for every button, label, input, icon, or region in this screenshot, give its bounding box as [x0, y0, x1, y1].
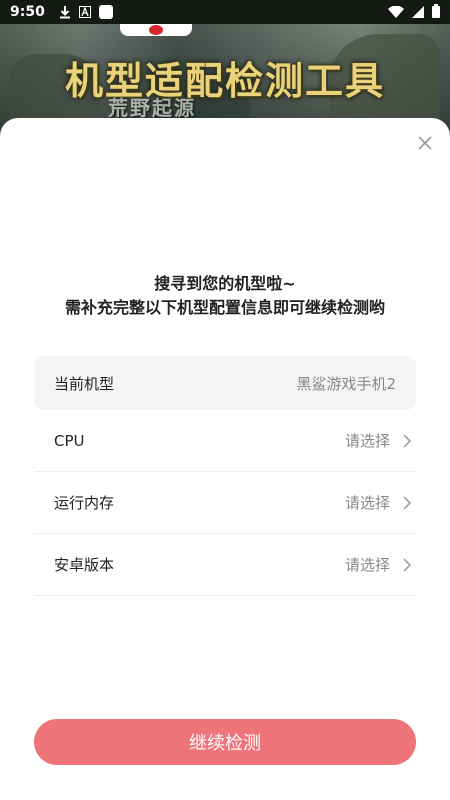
- font-a-icon: [78, 6, 91, 18]
- prompt-text: 搜寻到您的机型啦~ 需补充完整以下机型配置信息即可继续检测哟: [0, 272, 450, 320]
- ram-value: 请选择: [344, 494, 390, 512]
- prompt-line-1: 搜寻到您的机型啦~: [154, 274, 296, 293]
- close-icon[interactable]: [416, 134, 434, 152]
- battery-icon: [432, 3, 440, 22]
- continue-detection-button[interactable]: 继续检测: [34, 719, 416, 765]
- cpu-label: CPU: [54, 431, 85, 450]
- android-version-select-row[interactable]: 安卓版本 请选择: [34, 534, 416, 596]
- download-icon: [59, 5, 71, 19]
- current-model-value: 黑鲨游戏手机2: [296, 374, 396, 393]
- status-time: 9:50: [10, 4, 45, 20]
- banner-title: 机型适配检测工具: [64, 59, 385, 103]
- chevron-right-icon: [402, 433, 412, 448]
- current-model-row: 当前机型 黑鲨游戏手机2: [34, 356, 416, 410]
- ram-label: 运行内存: [54, 494, 115, 512]
- chevron-right-icon: [402, 557, 412, 572]
- publisher-logo: [120, 24, 192, 36]
- signal-icon: [412, 3, 424, 22]
- android-version-value: 请选择: [344, 556, 390, 574]
- current-model-label: 当前机型: [54, 374, 115, 393]
- status-bar: 9:50: [0, 0, 450, 24]
- ram-select-row[interactable]: 运行内存 请选择: [34, 472, 416, 534]
- model-config-sheet: 搜寻到您的机型啦~ 需补充完整以下机型配置信息即可继续检测哟 当前机型 黑鲨游戏…: [0, 118, 450, 800]
- prompt-line-2: 需补充完整以下机型配置信息即可继续检测哟: [64, 298, 385, 317]
- cpu-value: 请选择: [344, 432, 390, 450]
- game-name: 荒野起源: [108, 96, 196, 120]
- wifi-icon: [388, 3, 404, 22]
- app-square-icon: [98, 5, 113, 19]
- chevron-right-icon: [402, 495, 412, 510]
- android-version-label: 安卓版本: [54, 556, 115, 574]
- cpu-select-row[interactable]: CPU 请选择: [34, 410, 416, 472]
